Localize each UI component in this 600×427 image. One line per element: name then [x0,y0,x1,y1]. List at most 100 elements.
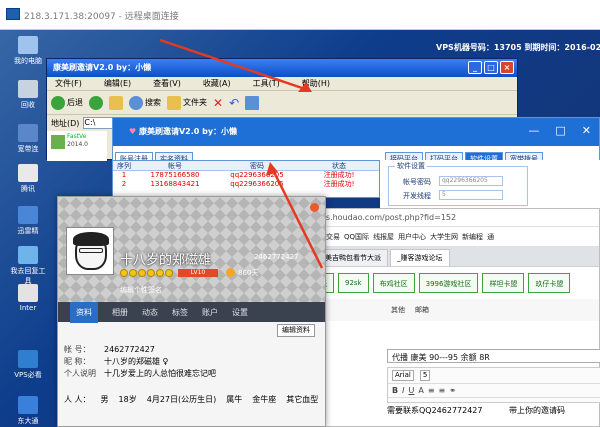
minimize-icon[interactable]: — [528,124,539,137]
forward-button[interactable] [89,95,103,110]
tab-album[interactable]: 相册 [112,307,128,318]
desktop-icon[interactable]: 东大通 [8,396,48,426]
signature-edit[interactable]: 编辑个性签名 [120,285,162,295]
search-icon [129,95,143,110]
undo-button[interactable]: ↶ [229,96,239,110]
post-title-input[interactable]: 代播 康美 90---95 余额 8R [387,349,600,363]
maximize-icon[interactable]: □ [555,124,565,137]
tab-account[interactable]: 账户 [202,307,218,318]
rdp-title-bar[interactable]: 218.3.171.38:20097 - 远程桌面连接 [0,0,600,30]
desktop-icon[interactable]: VPS必看 [8,350,48,380]
subnav-other[interactable]: 其他 [391,305,405,315]
profile-header: 十八岁的郑磁雄 2462772427 LV10 860天 编辑个性签名 [58,197,325,302]
explorer-titlebar[interactable]: 康美刷邀请V2.0 by：小懒 _ □ × [47,59,517,77]
align-left-icon[interactable]: ≡ [428,386,435,395]
bookmark-item[interactable]: QQ国际 [344,232,369,242]
desktop-icon-label: 我去回复工具 [10,267,46,285]
back-button[interactable]: 后退 [51,95,83,110]
desktop-icon[interactable]: 宽带连 [8,124,48,154]
bookmark-item[interactable]: 线报屋 [373,232,394,242]
desktop-icon-glyph [18,350,38,368]
cell-index: 1 [121,171,127,179]
editor-body[interactable]: 需要联系QQ2462772427 带上你的邀请码 [387,405,600,416]
folders-button[interactable]: 文件夹 [167,95,207,110]
menu-favorites[interactable]: 收藏(A) [203,78,231,89]
app-title: 康美刷邀请V2.0 by：小懒 [138,127,238,136]
tab-tags[interactable]: 标签 [172,307,188,318]
site-nav-item[interactable]: 样坦卡盟 [482,273,525,293]
qq-profile-window[interactable]: 十八岁的郑磁雄 2462772427 LV10 860天 编辑个性签名 资料 相… [57,196,326,427]
desktop-icon[interactable]: 我的电脑 [8,36,48,66]
color-icon[interactable]: A [418,386,423,395]
up-button[interactable] [109,95,123,110]
desktop-icon[interactable]: 腾讯 [8,164,48,194]
menu-help[interactable]: 帮助(H) [302,78,330,89]
level-icon [120,269,128,277]
threads-input[interactable]: 5 [439,190,503,200]
align-center-icon[interactable]: ≡ [439,386,446,395]
cell-account: 13168843421 [150,180,200,188]
account-input[interactable]: qq2296366205 [439,176,503,186]
file-date: 2014.0 [67,141,88,148]
bookmark-item[interactable]: 通 [487,232,494,242]
browser-window[interactable]: os.houdao.com/post.php?fid=152 QQ交易 QQ国际… [308,208,600,427]
bookmark-item[interactable]: 新编程 [462,232,483,242]
tab-settings[interactable]: 设置 [232,307,248,318]
site-nav-item[interactable]: 92sk [338,273,369,293]
avatar[interactable] [66,227,114,275]
folder-icon [167,95,181,110]
menu-view[interactable]: 查看(V) [153,78,181,89]
site-nav-item[interactable]: 玖仔卡盟 [528,273,571,293]
desktop-icon-label: Inter [19,304,37,312]
desktop-icon-label: 东大通 [17,417,39,425]
close-icon[interactable]: × [500,61,514,74]
desktop-icon-label: 回收 [21,101,35,109]
delete-button[interactable]: ✕ [213,96,223,110]
maximize-icon[interactable]: □ [484,61,498,74]
edit-row: 编辑资料 [58,322,325,338]
bookmark-item[interactable]: 大学生网 [430,232,458,242]
person-birthday: 4月27日(公历生日) [146,395,217,404]
cell-password: qq2296366205 [230,180,284,188]
app-titlebar[interactable]: ♥ 康美刷邀请V2.0 by：小懒 [113,118,599,146]
desktop-icon[interactable]: 迅雷精 [8,206,48,236]
minimize-icon[interactable]: _ [468,61,482,74]
desktop-icon[interactable]: 我去回复工具 [8,246,48,286]
tab-feed[interactable]: 动态 [142,307,158,318]
site-nav-item[interactable]: 3996游戏社区 [418,273,479,293]
table-header: 序列 帐号 密码 状态 [113,161,379,171]
close-icon[interactable]: ✕ [582,124,591,137]
explorer-title: 康美刷邀请V2.0 by：小懒 [53,63,152,72]
views-button[interactable] [245,95,260,110]
accounts-table: 序列 帐号 密码 状态 1 17875166580 qq2296366205 注… [112,160,380,198]
file-name[interactable]: FastVe [67,133,86,140]
font-select[interactable]: Arial [392,370,414,381]
menu-edit[interactable]: 编辑(E) [104,78,131,89]
avatar-hair [73,232,109,246]
site-nav-item[interactable]: 布鸡社区 [372,273,415,293]
bold-icon[interactable]: B [392,386,398,395]
table-row[interactable]: 1 17875166580 qq2296366205 注册成功! [113,171,379,180]
subnav-mail[interactable]: 邮箱 [415,305,429,315]
size-select[interactable]: 5 [419,370,431,381]
desktop-icon[interactable]: Inter [8,284,48,312]
person-age: 18岁 [118,395,137,404]
link-icon[interactable]: ⚭ [449,386,456,395]
edit-profile-button[interactable]: 编辑资料 [277,324,315,337]
tab-profile[interactable]: 资料 [70,301,98,323]
back-label: 后退 [67,98,83,107]
explorer-menubar: 文件(F) 编辑(E) 查看(V) 收藏(A) 工具(T) 帮助(H) [47,77,517,91]
browser-tab-active[interactable]: _赚客游戏论坛 [390,249,450,266]
site-nav: 坛 92sk 布鸡社区 3996游戏社区 样坦卡盟 玖仔卡盟 [309,267,599,299]
menu-tools[interactable]: 工具(T) [253,78,280,89]
body-text-left: 需要联系QQ2462772427 [387,406,483,415]
menu-file[interactable]: 文件(F) [55,78,82,89]
bookmark-item[interactable]: 用户中心 [398,232,426,242]
desktop-icon[interactable]: 回收 [8,80,48,110]
close-icon[interactable] [310,203,319,212]
italic-icon[interactable]: I [402,386,404,395]
search-button[interactable]: 搜索 [129,95,161,110]
underline-icon[interactable]: U [408,386,414,395]
url-bar[interactable]: os.houdao.com/post.php?fid=152 [309,209,599,227]
table-row[interactable]: 2 13168843421 qq2296366205 注册成功! [113,180,379,189]
